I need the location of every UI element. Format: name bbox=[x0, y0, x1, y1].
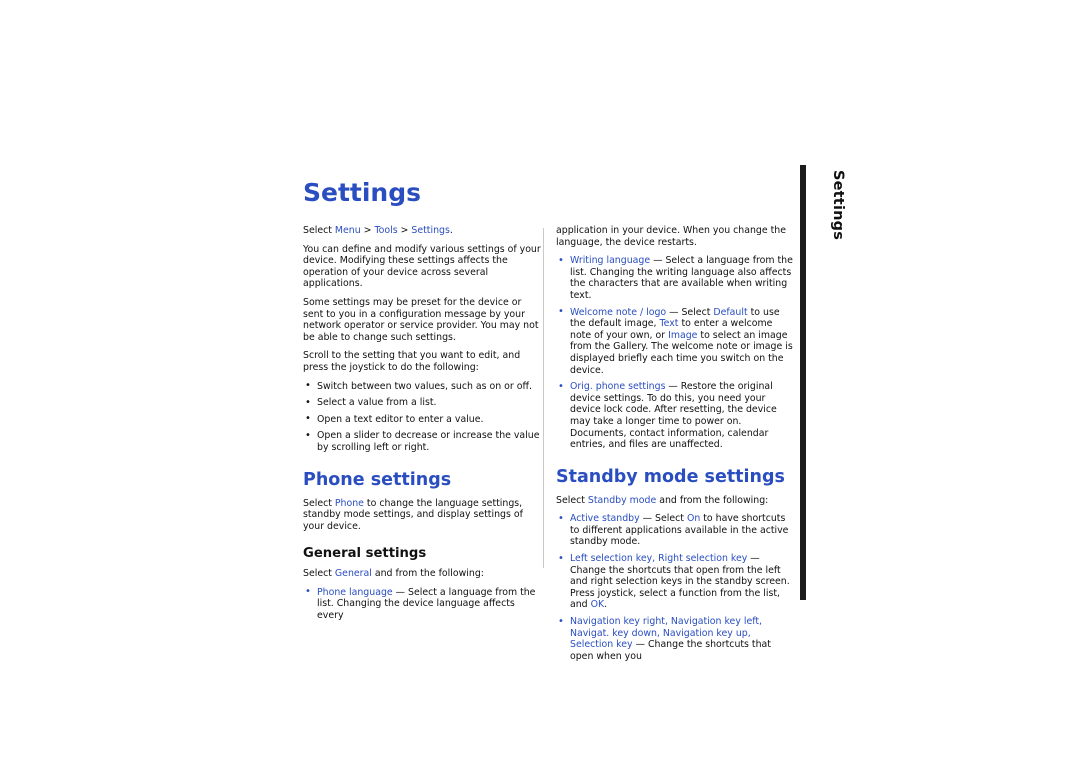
desc-p2: . bbox=[604, 599, 608, 611]
dash: — bbox=[665, 381, 681, 393]
term-writing-language: Writing language bbox=[570, 255, 651, 267]
list-item: Left selection key, Right selection key … bbox=[556, 553, 794, 611]
document-page: Settings Settings Select Menu > Tools > … bbox=[0, 0, 1080, 763]
scroll-action-list: Switch between two values, such as on or… bbox=[303, 380, 541, 454]
list-item: Switch between two values, such as on or… bbox=[303, 380, 541, 393]
standby-select-prefix: Select bbox=[556, 494, 588, 506]
option-default: Default bbox=[713, 306, 748, 318]
left-column: Select Menu > Tools > Settings. You can … bbox=[303, 225, 541, 629]
standby-settings-list: Active standby — Select On to have short… bbox=[556, 513, 794, 662]
tools-link: Tools bbox=[374, 225, 398, 236]
option-on: On bbox=[686, 513, 701, 525]
term-phone-language: Phone language bbox=[317, 586, 393, 598]
chapter-tab-label: Settings bbox=[830, 170, 846, 241]
heading-general-settings: General settings bbox=[303, 546, 427, 562]
list-item: Open a slider to decrease or increase th… bbox=[303, 430, 541, 453]
intro-prefix: Select bbox=[303, 225, 335, 236]
general-settings-list: Phone language — Select a language from … bbox=[303, 586, 541, 622]
list-item: Writing language — Select a language fro… bbox=[556, 255, 794, 301]
phone-link: Phone bbox=[334, 497, 364, 509]
para-general-select: Select General and from the following: bbox=[303, 568, 541, 580]
para-phone-settings: Select Phone to change the language sett… bbox=[303, 498, 541, 533]
term-active-standby: Active standby bbox=[570, 513, 640, 525]
dash: — bbox=[392, 586, 409, 598]
phone-select-prefix: Select bbox=[303, 497, 335, 509]
option-text: Text bbox=[659, 318, 679, 330]
desc-p0: Select bbox=[655, 513, 687, 525]
term-selection-keys: Left selection key, Right selection key bbox=[570, 553, 748, 565]
list-item: Phone language — Select a language from … bbox=[303, 586, 541, 622]
menu-link: Menu bbox=[334, 225, 361, 236]
term-welcome-note-logo: Welcome note / logo bbox=[570, 306, 667, 318]
dash: — bbox=[666, 306, 682, 318]
intro-select-path: Select Menu > Tools > Settings. bbox=[303, 225, 541, 237]
para-scroll: Scroll to the setting that you want to e… bbox=[303, 350, 521, 373]
list-item: Open a text editor to enter a value. bbox=[303, 413, 541, 426]
dash: — bbox=[639, 513, 656, 525]
term-orig-phone-settings: Orig. phone settings bbox=[570, 381, 666, 393]
desc-p0: Select bbox=[681, 306, 714, 318]
para-standby-select: Select Standby mode and from the followi… bbox=[556, 495, 794, 507]
option-ok: OK bbox=[590, 599, 605, 611]
heading-phone-settings: Phone settings bbox=[303, 469, 452, 490]
list-item: Select a value from a list. bbox=[303, 397, 541, 409]
list-item: Welcome note / logo — Select Default to … bbox=[556, 306, 794, 377]
page-title: Settings bbox=[303, 178, 422, 207]
sep-1: > bbox=[360, 225, 375, 236]
standby-mode-link: Standby mode bbox=[587, 494, 657, 506]
option-image: Image bbox=[668, 329, 698, 341]
dash: — bbox=[747, 553, 760, 565]
list-item: Active standby — Select On to have short… bbox=[556, 513, 794, 548]
settings-link: Settings bbox=[411, 225, 450, 236]
right-column: application in your device. When you cha… bbox=[556, 225, 794, 669]
dash: — bbox=[632, 639, 648, 651]
list-item: Navigation key right, Navigation key lef… bbox=[556, 616, 794, 662]
sep-2: > bbox=[397, 225, 412, 236]
general-link: General bbox=[334, 568, 372, 580]
para-continuation: application in your device. When you cha… bbox=[556, 225, 787, 248]
column-divider bbox=[543, 228, 544, 568]
dash: — bbox=[650, 255, 666, 267]
standby-select-suffix: and from the following: bbox=[656, 494, 769, 506]
heading-standby-mode-settings: Standby mode settings bbox=[556, 466, 785, 487]
para-preset: Some settings may be preset for the devi… bbox=[303, 296, 539, 343]
intro-suffix: . bbox=[449, 225, 453, 236]
general-select-suffix: and from the following: bbox=[371, 568, 484, 580]
list-item: Orig. phone settings — Restore the origi… bbox=[556, 381, 794, 451]
para-define: You can define and modify various settin… bbox=[303, 243, 541, 290]
general-settings-list-continued: Writing language — Select a language fro… bbox=[556, 255, 794, 451]
general-select-prefix: Select bbox=[303, 568, 335, 580]
